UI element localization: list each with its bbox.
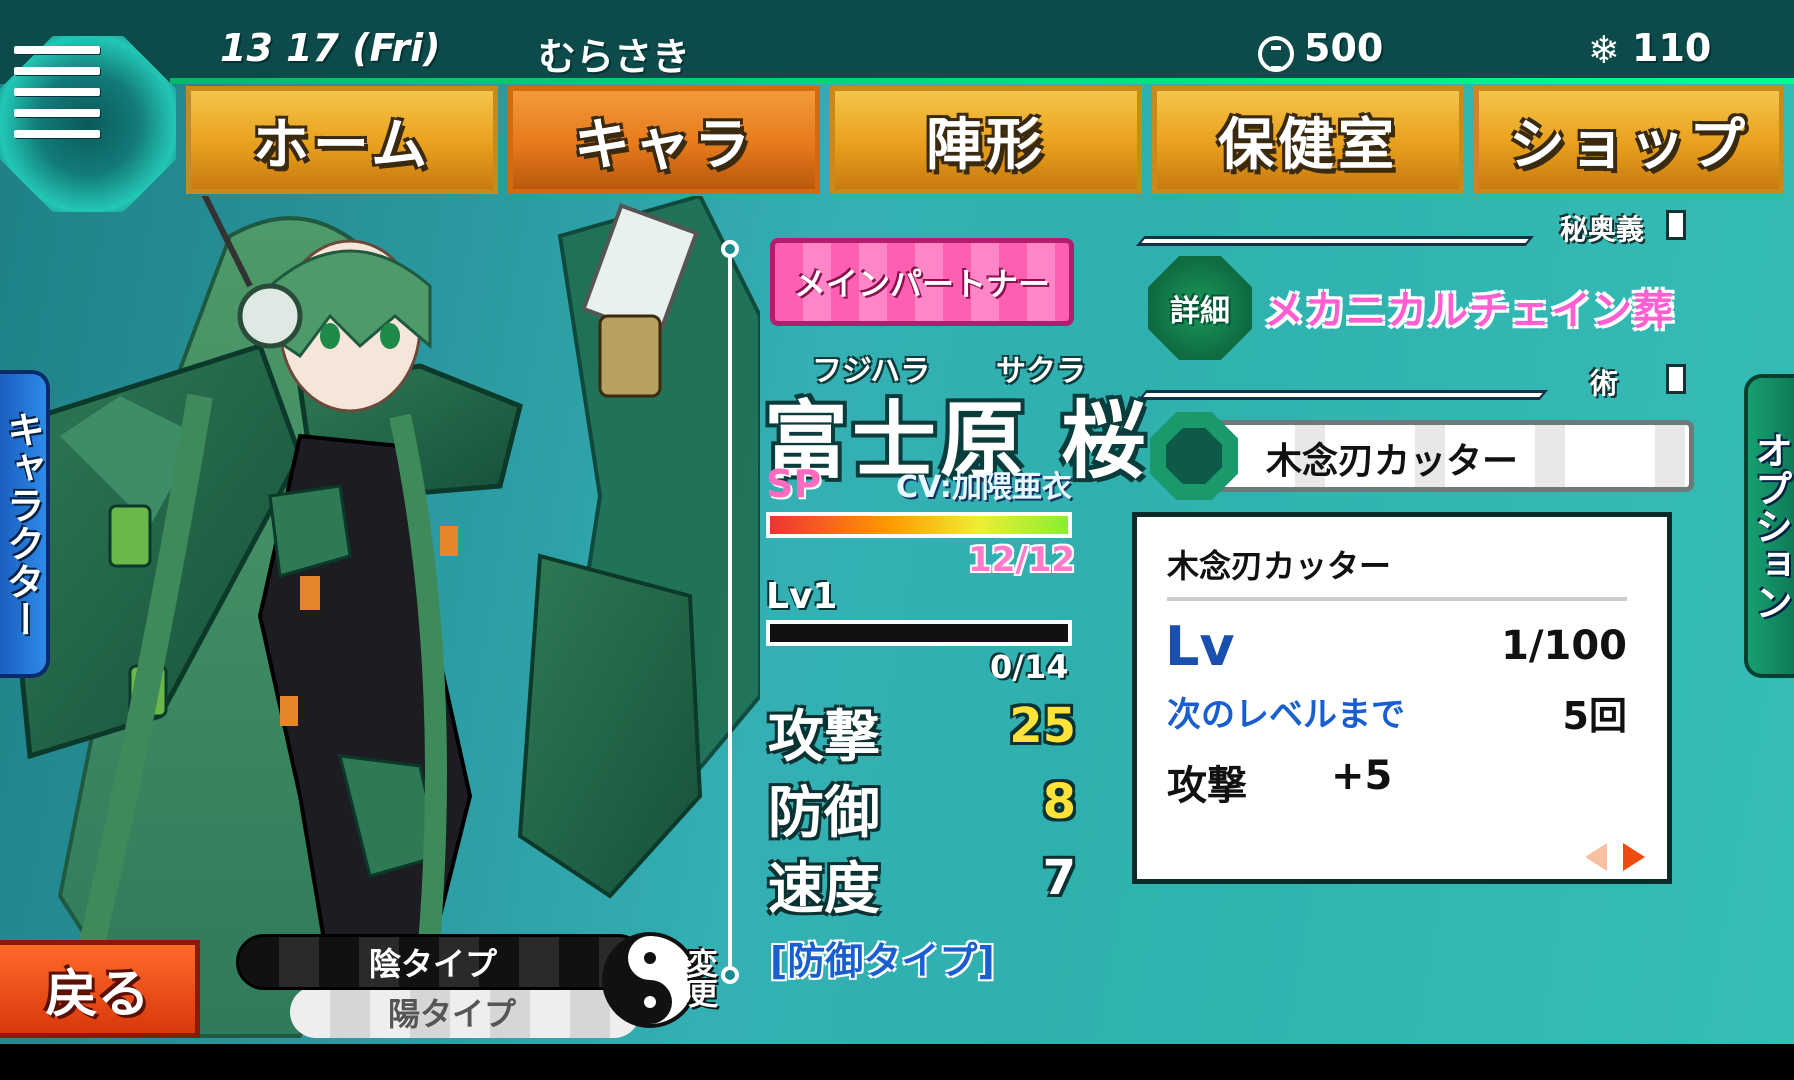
stat-attack-label: 攻撃 (768, 704, 880, 770)
stat-defense-value: 8 (1042, 774, 1076, 830)
hamburger-icon[interactable] (14, 46, 100, 151)
gem-count: 110 (1632, 26, 1712, 70)
hp-bar-fill (770, 516, 1068, 534)
yin-type-option[interactable]: 陰タイプ (236, 934, 646, 990)
tab-shop[interactable]: ショップ (1474, 86, 1784, 194)
tab-character[interactable]: キャラ (508, 86, 820, 194)
skill-detail-button[interactable]: 詳細 (1148, 256, 1252, 360)
jutsu-header-line (1137, 390, 1549, 400)
skill-detail-label: 詳細 (1170, 294, 1230, 329)
tab-formation-label: 陣形 (926, 112, 1046, 178)
stat-speed-label: 速度 (768, 856, 880, 922)
next-page-arrow-icon[interactable] (1623, 843, 1645, 871)
back-button-label: 戻る (45, 964, 150, 1025)
jutsu-header-label: 術 (1590, 367, 1619, 400)
yin-yang-dot-dark (644, 952, 656, 964)
next-level-label: 次のレベルまで (1167, 695, 1405, 735)
side-right-label: オプション (1748, 431, 1793, 621)
exp-bar (766, 620, 1072, 646)
ougi-header-label: 秘奥義 (1560, 213, 1645, 246)
status-bar-accent-line (170, 78, 1794, 84)
tab-home-label: ホーム (252, 112, 432, 178)
tab-character-label: キャラ (574, 112, 754, 178)
character-list-side-tab[interactable]: キャラクター (0, 370, 50, 678)
stat-speed-value: 7 (1042, 850, 1076, 906)
tab-infirmary[interactable]: 保健室 (1152, 86, 1464, 194)
back-button[interactable]: 戻る (0, 940, 200, 1038)
hp-value: 12/12 (968, 540, 1076, 580)
skill-attack-value: +5 (1331, 753, 1393, 799)
hp-bar (766, 512, 1072, 538)
coin-count: 500 (1304, 26, 1384, 70)
yang-type-option[interactable]: 陽タイプ (290, 986, 640, 1038)
yin-type-label: 陰タイプ (369, 945, 498, 983)
yang-type-label: 陽タイプ (388, 995, 517, 1033)
date-label: 13 17 (Fri) (220, 26, 441, 70)
character-level: Lv1 (766, 576, 838, 617)
yin-yang-dot-light (644, 996, 656, 1008)
skill-level-value: 1/100 (1501, 623, 1627, 669)
snowflake-icon: ❄ (1588, 28, 1620, 72)
jutsu-skill-name: 木念刃カッター (1266, 441, 1519, 482)
next-level-value: 5回 (1562, 694, 1627, 738)
type-change-label[interactable]: 変更 (676, 948, 717, 1008)
character-illustration (7, 196, 760, 1038)
skill-detail-box: 木念刃カッター Lv 1/100 次のレベルまで 5回 攻撃 +5 (1132, 512, 1672, 884)
skill-attack-label: 攻撃 (1167, 763, 1247, 809)
side-left-label: キャラクター (0, 410, 45, 638)
rarity-badge: SP (766, 462, 822, 506)
divider-node-top (721, 240, 739, 258)
panel-divider (728, 248, 732, 974)
tab-shop-label: ショップ (1509, 112, 1749, 178)
character-type-label: [防御タイプ] (770, 939, 995, 983)
skill-detail-title: 木念刃カッター (1167, 547, 1392, 585)
game-screen: 13 17 (Fri) むらさき 500 ❄ 110 ホーム キャラ 陣形 保健… (0, 0, 1794, 1044)
ougi-skill-name: メカニカルチェイン葬 (1264, 288, 1674, 334)
stat-attack-value: 25 (1009, 698, 1076, 754)
tab-infirmary-label: 保健室 (1218, 112, 1398, 178)
coin-icon (1258, 36, 1294, 72)
main-partner-badge: メインパートナー (770, 238, 1074, 326)
voice-actor-label: CV:加隈亜衣 (896, 470, 1072, 505)
tab-home[interactable]: ホーム (186, 86, 498, 194)
exp-value: 0/14 (990, 648, 1069, 686)
ougi-header-marker (1666, 210, 1686, 240)
tab-formation[interactable]: 陣形 (830, 86, 1142, 194)
prev-page-arrow-icon[interactable] (1585, 843, 1607, 871)
skill-detail-divider (1167, 597, 1627, 601)
stat-defense-label: 防御 (768, 780, 880, 846)
options-side-tab[interactable]: オプション (1744, 374, 1794, 678)
skill-level-label: Lv (1165, 615, 1235, 678)
ougi-header-line (1135, 236, 1535, 246)
bottom-black-bar (0, 1044, 1794, 1080)
player-name: むらさき (538, 35, 691, 79)
main-partner-label: メインパートナー (793, 265, 1050, 303)
divider-node-bottom (721, 966, 739, 984)
jutsu-header-marker (1666, 364, 1686, 394)
